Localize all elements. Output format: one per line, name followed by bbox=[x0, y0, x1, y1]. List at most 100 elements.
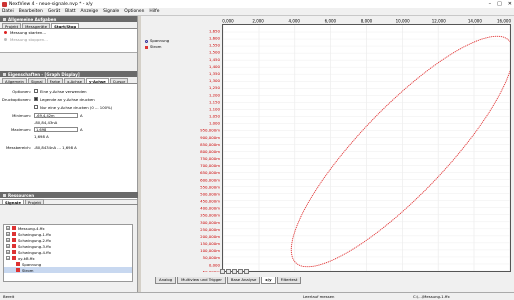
y-tick-label: 1,300 bbox=[209, 78, 221, 83]
task-start[interactable]: Messung starten... bbox=[0, 29, 137, 36]
resources-section: Ressourcen Signale Projekt bbox=[0, 192, 138, 205]
tasks-list: Messung starten... Messung stoppen... bbox=[0, 29, 137, 53]
file-icon bbox=[12, 256, 16, 260]
x-tick-label: 4,000 bbox=[289, 19, 301, 24]
collapse-icon[interactable] bbox=[3, 193, 6, 197]
tab-projekt[interactable]: Projekt bbox=[2, 23, 22, 29]
legend-item-strom[interactable]: Strom bbox=[145, 44, 169, 50]
y-tick-label: 0,000 bbox=[209, 262, 221, 267]
sheet-tab-multiview[interactable]: Multiview und Trigger bbox=[177, 276, 226, 284]
expand-icon[interactable]: + bbox=[6, 238, 10, 242]
file-icon bbox=[12, 238, 16, 242]
y-tick-label: 550,000m bbox=[200, 184, 220, 189]
status-right: C:\...\Messung-1.ffx bbox=[413, 294, 450, 299]
x-tick-label: 2,000 bbox=[252, 19, 264, 24]
resources-tabs: Signale Projekt bbox=[0, 198, 138, 205]
tab-projekt-res[interactable]: Projekt bbox=[24, 199, 45, 205]
task-stop[interactable]: Messung stoppen... bbox=[0, 36, 137, 43]
prev-icon[interactable] bbox=[226, 269, 231, 274]
menu-hilfe[interactable]: Hilfe bbox=[149, 9, 159, 14]
y-tick-label: 250,000m bbox=[200, 227, 220, 232]
min-label: Minimum: bbox=[12, 112, 31, 118]
expand-icon[interactable]: + bbox=[6, 244, 10, 248]
tab-allgemein[interactable]: Allgemein bbox=[2, 78, 27, 84]
y-tick-label: 850,000m bbox=[200, 142, 220, 147]
sheet-tab-analog[interactable]: Analog bbox=[155, 276, 177, 284]
max-input[interactable]: 1,698 bbox=[34, 126, 78, 132]
x-tick-label: 8,000 bbox=[361, 19, 373, 24]
tab-start-stop[interactable]: Start/Stop bbox=[51, 23, 80, 29]
x-tick-label: 12,000 bbox=[432, 19, 446, 24]
status-left: Bereit bbox=[3, 294, 15, 299]
menu-geraet[interactable]: Gerät bbox=[48, 9, 60, 14]
range-label: Messbereich: bbox=[6, 144, 31, 150]
menu-datei[interactable]: Datei bbox=[2, 9, 14, 14]
print-one-axis-label: Nur eine y-Achse drucken (0 ... 100%) bbox=[40, 104, 113, 110]
tab-farbe[interactable]: Farbe bbox=[46, 78, 64, 84]
collapse-icon[interactable] bbox=[3, 72, 6, 76]
minimize-icon[interactable]: – bbox=[489, 1, 492, 7]
max-label: Maximum: bbox=[11, 126, 31, 132]
options-label: Optionen: bbox=[12, 88, 31, 94]
y-tick-label: 650,000m bbox=[200, 170, 220, 175]
print-row-2: Nur eine y-Achse drucken (0 ... 100%) bbox=[0, 103, 137, 111]
sheet-tab-xy[interactable]: x/y bbox=[261, 276, 276, 284]
options-row: Optionen: Eine y-Achse verwenden bbox=[0, 87, 137, 95]
menu-bearbeiten[interactable]: Bearbeiten bbox=[19, 9, 43, 14]
y-axis: 1,650 1,600 1,550 1,500 1,450 1,400 1,350 1,300… bbox=[200, 28, 221, 272]
last-icon[interactable] bbox=[244, 269, 249, 274]
circle-icon bbox=[145, 39, 148, 43]
playback-bar bbox=[220, 269, 249, 275]
tree-signal-selected[interactable]: Strom bbox=[4, 267, 132, 273]
print-legend-checkbox[interactable] bbox=[34, 97, 38, 101]
print-label: Druckoptionen: bbox=[1, 96, 31, 102]
y-tick-label: 150,000m bbox=[200, 241, 220, 246]
status-center: Leerlauf messen bbox=[303, 294, 335, 299]
left-pane: Allgemeine Aufgaben Projekt Messgeräte S… bbox=[0, 16, 138, 292]
y-tick-label: 1,000 bbox=[209, 121, 221, 126]
min-sub: -80,84,43nA bbox=[34, 119, 58, 125]
option-one-axis-checkbox[interactable] bbox=[34, 89, 38, 93]
y-tick-label: 300,000m bbox=[200, 220, 220, 225]
expand-icon[interactable]: + bbox=[6, 250, 10, 254]
menu-optionen[interactable]: Optionen bbox=[124, 9, 144, 14]
y-tick-label: 700,000m bbox=[200, 163, 220, 168]
y-tick-label: 1,350 bbox=[209, 71, 221, 76]
tab-cursor[interactable]: Cursor bbox=[109, 78, 129, 84]
tab-signale[interactable]: Signale bbox=[2, 199, 24, 205]
print-row-1: Druckoptionen: Legende an y-Achse drucken bbox=[0, 95, 137, 103]
min-input[interactable]: -69,4,42m bbox=[34, 112, 78, 118]
resources-panel-title: Ressourcen bbox=[8, 192, 35, 198]
play-icon[interactable] bbox=[232, 269, 237, 274]
x-tick-label: 14,000 bbox=[468, 19, 482, 24]
sheet-tab-base[interactable]: Base Analyse bbox=[226, 276, 261, 284]
expand-icon[interactable]: + bbox=[6, 226, 10, 230]
menu-blatt[interactable]: Blatt bbox=[65, 9, 75, 14]
chart-legend: Spannung Strom bbox=[145, 38, 169, 50]
tasks-panel-title: Allgemeine Aufgaben bbox=[8, 16, 57, 22]
close-icon[interactable]: ✕ bbox=[508, 1, 512, 7]
maximize-icon[interactable]: □ bbox=[497, 1, 502, 7]
menu-bar: Datei Bearbeiten Gerät Blatt Anzeige Sig… bbox=[0, 8, 514, 16]
stop-icon bbox=[4, 38, 7, 41]
tab-messgeraete[interactable]: Messgeräte bbox=[22, 23, 51, 29]
tab-y-achse[interactable]: y-Achse bbox=[85, 78, 109, 84]
tab-signal[interactable]: Signal bbox=[27, 78, 46, 84]
y-tick-label: 400,000m bbox=[200, 206, 220, 211]
y-tick-label: 800,000m bbox=[200, 149, 220, 154]
max-row: Maximum: 1,698 A bbox=[0, 125, 137, 133]
menu-signale[interactable]: Signale bbox=[103, 9, 119, 14]
tab-x-achse[interactable]: x-Achse bbox=[64, 78, 85, 84]
y-tick-label: 1,600 bbox=[209, 36, 221, 41]
print-one-axis-checkbox[interactable] bbox=[34, 105, 38, 109]
record-icon bbox=[4, 31, 7, 34]
xy-plot[interactable] bbox=[222, 24, 511, 272]
expand-icon[interactable]: + bbox=[6, 232, 10, 236]
collapse-icon[interactable]: − bbox=[6, 256, 10, 260]
next-icon[interactable] bbox=[238, 269, 243, 274]
menu-anzeige[interactable]: Anzeige bbox=[81, 9, 99, 14]
sheet-tab-filtertest[interactable]: Filtertest bbox=[276, 276, 302, 284]
window-title: NextView 4 - neue-signale.nvp * - x/y bbox=[9, 1, 93, 7]
collapse-icon[interactable] bbox=[3, 17, 6, 21]
first-icon[interactable] bbox=[220, 269, 225, 274]
